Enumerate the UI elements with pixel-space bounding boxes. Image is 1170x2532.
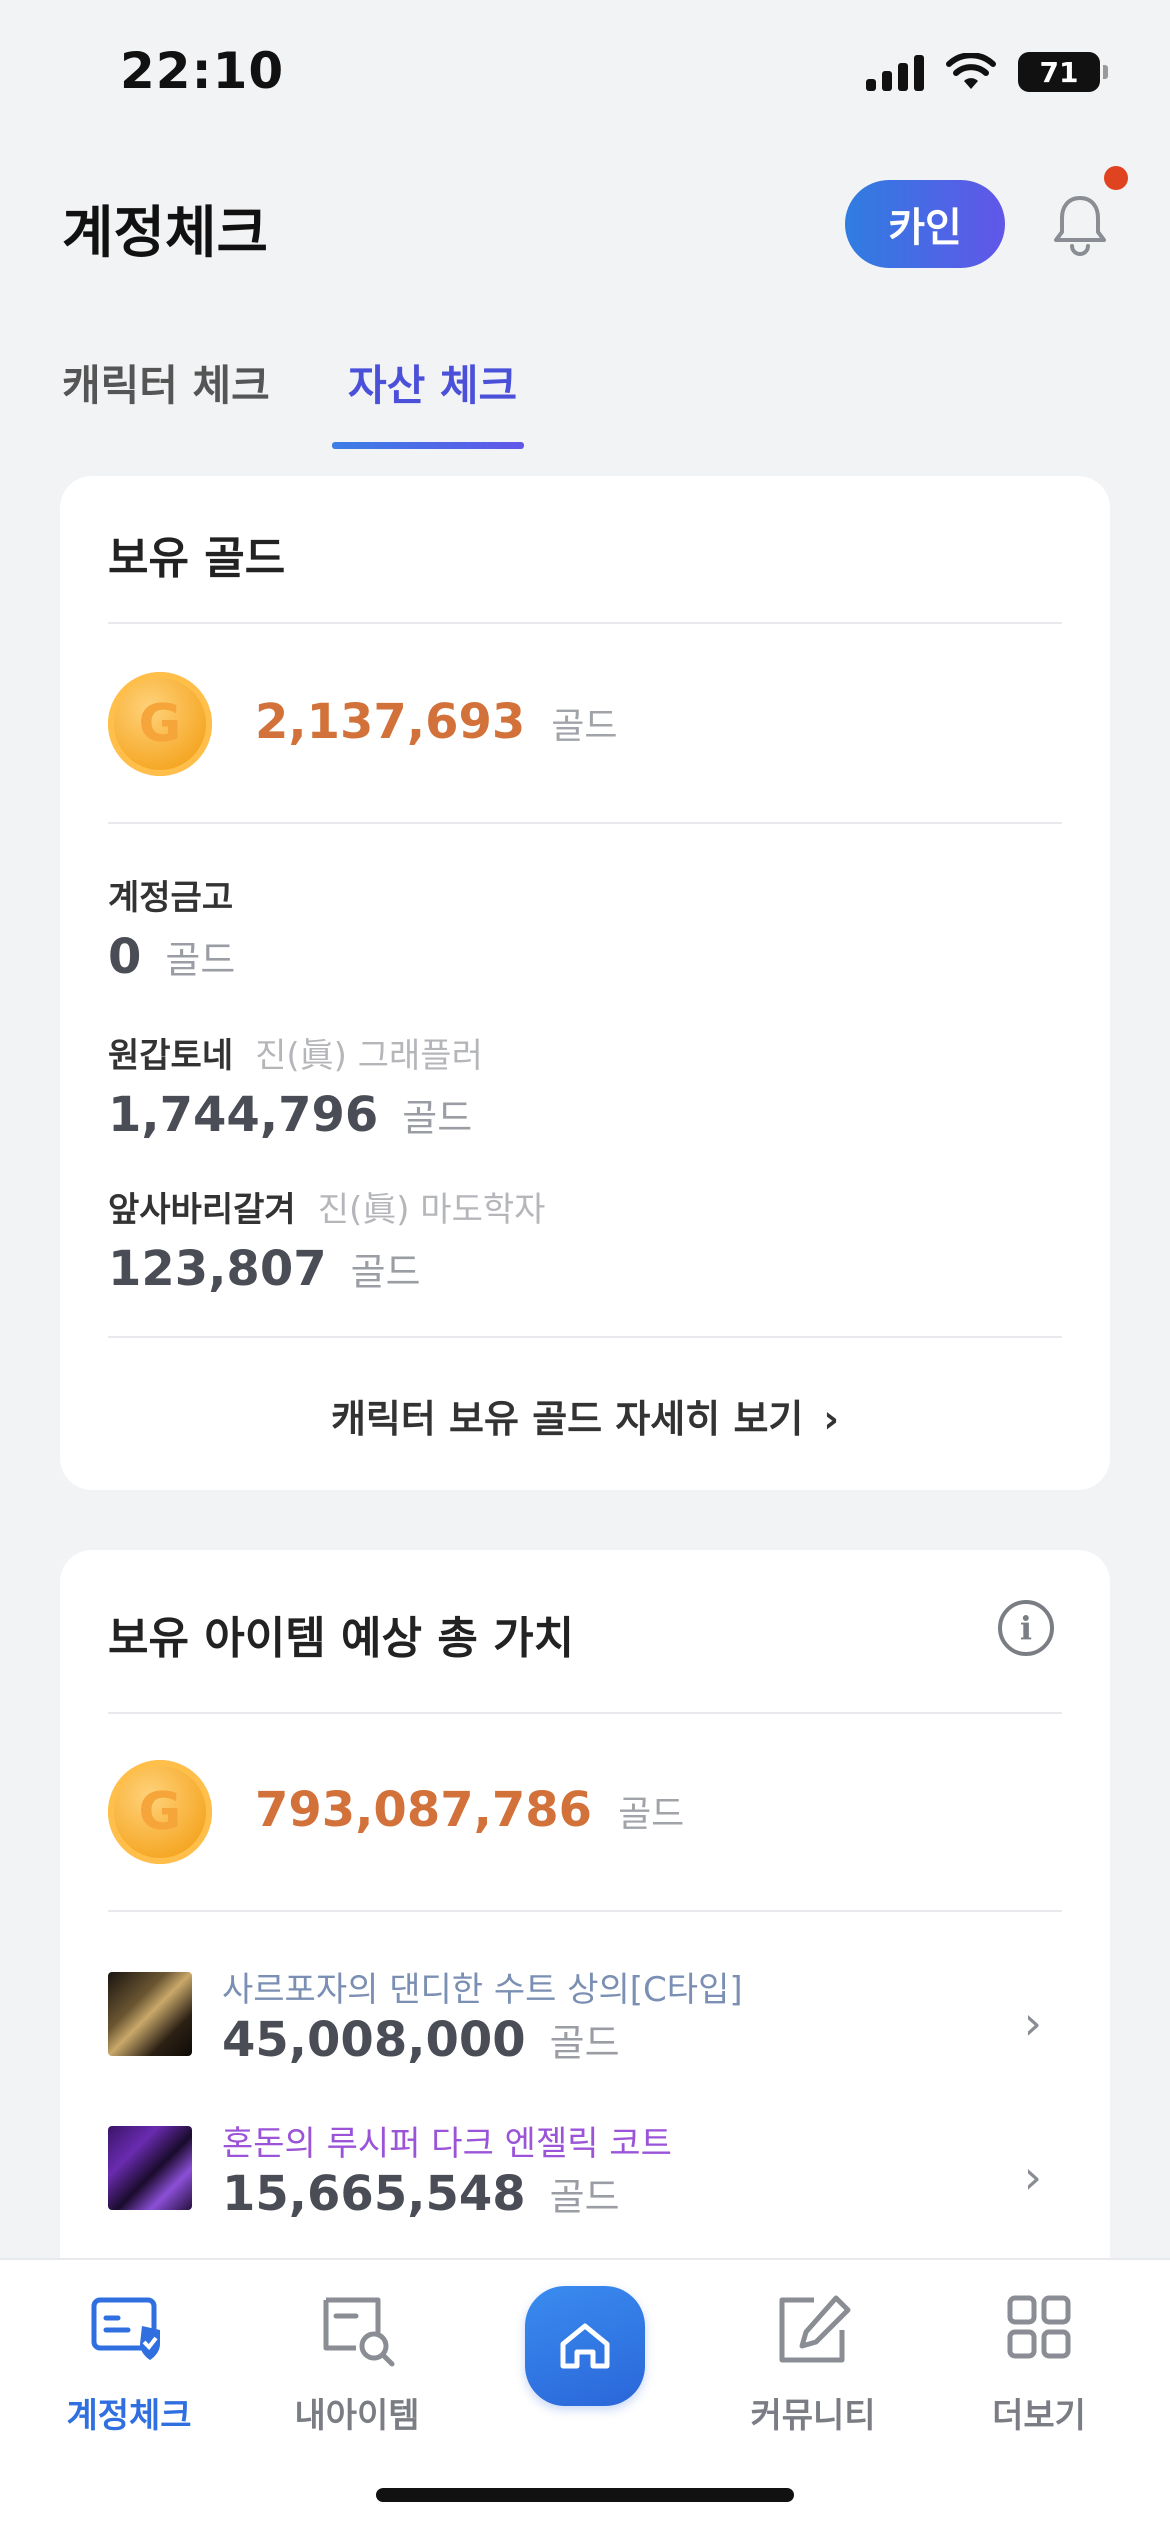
status-time: 22:10 xyxy=(120,42,285,100)
item-row[interactable]: 사르포자의 댄디한 수트 상의[C타입] 45,008,000 골드 › xyxy=(108,1962,1062,2092)
entry-value: 123,807 xyxy=(108,1241,327,1297)
gold-entry: 앞사바리갈겨 진(眞) 마도학자 123,807 골드 xyxy=(108,1182,545,1297)
tab-asset-check[interactable]: 자산 체크 xyxy=(348,352,517,413)
item-total-unit: 골드 xyxy=(618,1794,685,1835)
cellular-signal-icon xyxy=(866,53,924,91)
status-icons: 71 xyxy=(866,52,1108,92)
item-name: 혼돈의 루시퍼 다크 엔젤릭 코트 xyxy=(222,2124,672,2164)
nav-label: 더보기 xyxy=(992,2396,1086,2436)
nav-label: 계정체크 xyxy=(66,2396,192,2436)
gold-total-value: 2,137,693 xyxy=(255,694,526,750)
coin-letter: G xyxy=(138,694,182,754)
gold-total-unit: 골드 xyxy=(551,706,618,747)
divider xyxy=(108,1910,1062,1912)
entry-unit: 골드 xyxy=(350,1250,421,1294)
divider xyxy=(108,622,1062,624)
gold-card-title: 보유 골드 xyxy=(108,533,286,584)
nav-account-check[interactable]: 계정체크 xyxy=(44,2290,214,2437)
entry-unit: 골드 xyxy=(165,938,236,982)
chevron-right-icon: › xyxy=(823,1397,840,1441)
item-value-card-title: 보유 아이템 예상 총 가치 xyxy=(108,1613,575,1664)
gold-total: 2,137,693 골드 xyxy=(255,694,618,750)
entry-value: 0 xyxy=(108,929,142,985)
coin-letter: G xyxy=(138,1782,182,1842)
page-title: 계정체크 xyxy=(62,201,269,266)
chevron-right-icon: › xyxy=(1023,2150,1042,2204)
gold-entry: 원갑토네 진(眞) 그래플러 1,744,796 골드 xyxy=(108,1028,483,1143)
gold-detail-label: 캐릭터 보유 골드 자세히 보기 xyxy=(330,1397,804,1441)
gold-coin-icon: G xyxy=(108,672,212,776)
gold-entry: 계정금고 0 골드 xyxy=(108,870,235,985)
item-thumbnail xyxy=(108,1972,192,2056)
entry-class: 진(眞) 그래플러 xyxy=(255,1036,483,1076)
item-value-number: 45,008,000 xyxy=(222,2012,526,2068)
status-bar: 22:10 71 xyxy=(0,0,1170,150)
item-total-value: 793,087,786 xyxy=(255,1782,593,1838)
item-unit: 골드 xyxy=(549,2021,620,2065)
nav-label: 내아이템 xyxy=(294,2396,420,2436)
item-value: 45,008,000 골드 xyxy=(222,2012,620,2068)
entry-unit: 골드 xyxy=(402,1096,473,1140)
battery-icon: 71 xyxy=(1018,52,1108,92)
item-total: 793,087,786 골드 xyxy=(255,1782,684,1838)
home-icon xyxy=(560,2323,610,2369)
entry-label: 원갑토네 xyxy=(108,1036,234,1076)
nav-community[interactable]: 커뮤니티 xyxy=(728,2290,898,2437)
edit-icon xyxy=(779,2295,851,2363)
nav-home-button[interactable] xyxy=(525,2286,645,2406)
info-icon[interactable]: i xyxy=(998,1600,1054,1656)
divider xyxy=(108,822,1062,824)
entry-label: 계정금고 xyxy=(108,878,234,918)
item-row[interactable]: 혼돈의 루시퍼 다크 엔젤릭 코트 15,665,548 골드 › xyxy=(108,2116,1062,2246)
item-unit: 골드 xyxy=(549,2175,620,2219)
tab-character-check[interactable]: 캐릭터 체크 xyxy=(62,352,270,413)
notification-dot xyxy=(1104,166,1128,190)
divider xyxy=(108,1336,1062,1338)
nav-my-items[interactable]: 내아이템 xyxy=(272,2290,442,2437)
my-items-icon xyxy=(323,2297,395,2367)
bell-icon[interactable] xyxy=(1050,192,1110,256)
item-name: 사르포자의 댄디한 수트 상의[C타입] xyxy=(222,1970,743,2010)
chevron-right-icon: › xyxy=(1023,1996,1042,2050)
divider xyxy=(108,1712,1062,1714)
gold-card: 보유 골드 G 2,137,693 골드 계정금고 0 골드 원갑토네 진(眞) 그래… xyxy=(60,476,1110,1490)
gold-detail-link[interactable]: 캐릭터 보유 골드 자세히 보기 › xyxy=(60,1388,1110,1443)
user-button[interactable]: 카인 xyxy=(845,180,1005,268)
home-indicator xyxy=(376,2488,794,2502)
entry-value: 1,744,796 xyxy=(108,1087,379,1143)
gold-coin-icon: G xyxy=(108,1760,212,1864)
nav-label: 커뮤니티 xyxy=(750,2396,876,2436)
nav-more[interactable]: 더보기 xyxy=(954,2290,1124,2437)
account-check-icon xyxy=(91,2297,160,2360)
wifi-icon xyxy=(946,53,996,89)
tab-bar: 캐릭터 체크 자산 체크 xyxy=(0,340,1170,452)
item-value-number: 15,665,548 xyxy=(222,2166,526,2222)
grid-icon xyxy=(1007,2295,1071,2359)
entry-label: 앞사바리갈겨 xyxy=(108,1190,296,1230)
entry-class: 진(眞) 마도학자 xyxy=(317,1190,546,1230)
item-value: 15,665,548 골드 xyxy=(222,2166,620,2222)
active-tab-indicator xyxy=(332,442,524,449)
item-thumbnail xyxy=(108,2126,192,2210)
